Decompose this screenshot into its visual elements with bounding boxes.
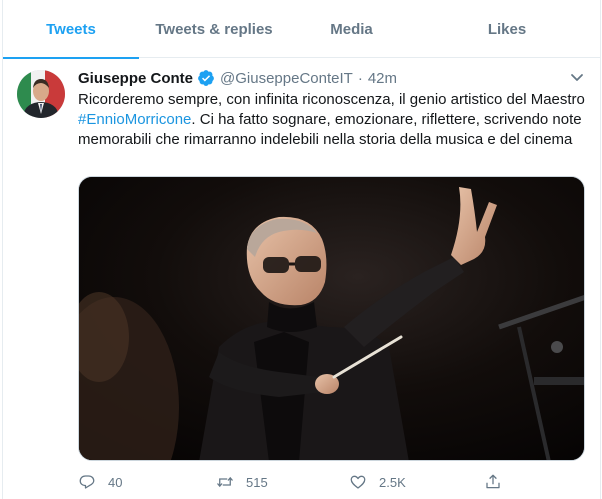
separator-dot: · xyxy=(357,69,363,87)
tab-tweets-and-replies[interactable]: Tweets & replies xyxy=(139,0,289,58)
tab-likes[interactable]: Likes xyxy=(414,0,600,58)
chevron-down-icon[interactable] xyxy=(568,70,586,86)
author-handle[interactable]: @GiuseppeConteIT xyxy=(220,70,353,87)
tab-tweets[interactable]: Tweets xyxy=(3,0,139,59)
tweet-action-bar: 40 515 2.5K xyxy=(78,470,588,494)
avatar-image xyxy=(17,70,65,118)
share-button[interactable] xyxy=(484,470,514,494)
tweet-photo[interactable] xyxy=(78,176,585,461)
heart-icon xyxy=(350,475,366,489)
retweet-button[interactable]: 515 xyxy=(216,470,268,494)
share-icon xyxy=(486,474,500,489)
reply-count: 40 xyxy=(108,474,123,490)
retweet-icon xyxy=(217,476,233,488)
author-name[interactable]: Giuseppe Conte xyxy=(78,70,193,87)
tweet-timestamp[interactable]: 42m xyxy=(368,70,397,87)
tab-media[interactable]: Media xyxy=(289,0,414,58)
conductor-photo-illustration xyxy=(79,177,584,460)
like-button[interactable]: 2.5K xyxy=(349,470,406,494)
hashtag-link[interactable]: #EnnioMorricone xyxy=(78,111,191,128)
tweet-text: Ricorderemo sempre, con infinita riconos… xyxy=(78,90,588,150)
retweet-count: 515 xyxy=(246,474,268,490)
verified-badge-icon xyxy=(197,69,215,87)
tweet-header: Giuseppe Conte @GiuseppeConteIT · 42m xyxy=(78,68,397,88)
reply-button[interactable]: 40 xyxy=(78,470,122,494)
timeline-border-right xyxy=(600,0,601,499)
profile-tabs: Tweets Tweets & replies Media Likes xyxy=(3,0,600,59)
timeline-border-left xyxy=(2,0,3,499)
tweet-text-part-1: Ricorderemo sempre, con infinita riconos… xyxy=(78,91,585,108)
reply-icon xyxy=(79,475,95,489)
like-count: 2.5K xyxy=(379,474,406,490)
avatar[interactable] xyxy=(17,70,65,118)
